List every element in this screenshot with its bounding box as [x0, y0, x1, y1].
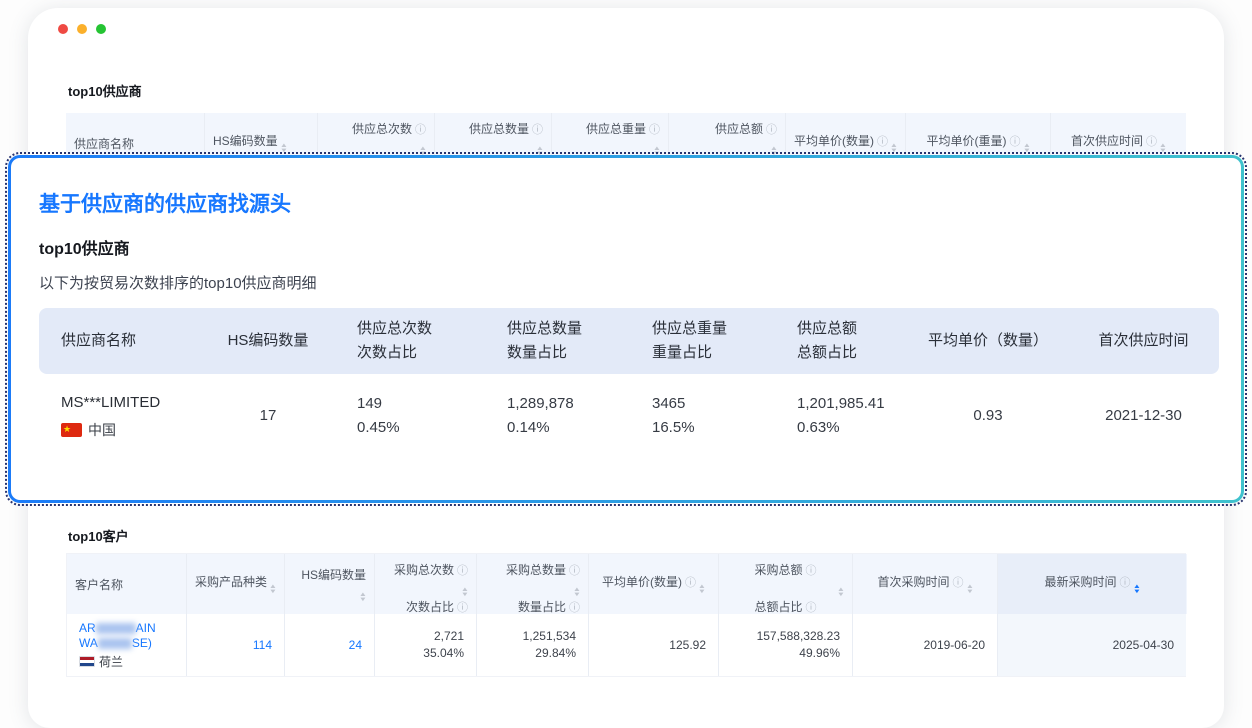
column-header-first-supply-date: 首次供应时间: [1068, 308, 1219, 374]
sort-icon[interactable]: ▲▼: [699, 585, 705, 595]
minimize-window-button[interactable]: [77, 24, 87, 34]
info-icon[interactable]: ⓘ: [877, 136, 888, 148]
latest-purchase-date-cell: 2025-04-30: [998, 614, 1186, 676]
column-header-hs-code-count[interactable]: HS编码数量▲▼: [285, 554, 375, 614]
redacted-text: [96, 623, 136, 634]
supplier-name-cell: MS***LIMITED ★中国: [39, 374, 193, 458]
column-header-purchase-quantity[interactable]: 采购总数量ⓘ ▲▼ 数量占比ⓘ: [477, 554, 589, 614]
customers-header-row: 客户名称 采购产品种类▲▼ HS编码数量▲▼ 采购总次数ⓘ ▲▼ 次数占比ⓘ 采…: [67, 554, 1187, 614]
callout-title: 基于供应商的供应商找源头: [39, 188, 1213, 218]
purchase-amount-cell: 157,588,328.23 49.96%: [719, 614, 853, 676]
product-types-cell: 114: [187, 614, 285, 676]
supply-amount-cell: 1,201,985.41 0.63%: [783, 374, 908, 458]
callout-header-row: 供应商名称 HS编码数量 供应总次数次数占比 供应总数量数量占比 供应总重量重量…: [39, 308, 1219, 374]
supply-weight-cell: 3465 16.5%: [638, 374, 783, 458]
sort-icon[interactable]: ▲▼: [462, 588, 468, 598]
product-types-link[interactable]: 114: [199, 638, 272, 652]
maximize-window-button[interactable]: [96, 24, 106, 34]
column-header-hs-code-count: HS编码数量: [193, 308, 343, 374]
supplier-source-callout: 基于供应商的供应商找源头 top10供应商 以下为按贸易次数排序的top10供应…: [8, 155, 1244, 503]
window-controls: [58, 24, 106, 34]
sort-icon[interactable]: ▲▼: [967, 585, 973, 595]
netherlands-flag-icon: [79, 656, 95, 667]
first-supply-date-cell: 2021-12-30: [1068, 374, 1219, 458]
hs-code-count-cell: 17: [193, 374, 343, 458]
avg-price-qty-cell: 125.92: [589, 614, 719, 676]
callout-section-title: top10供应商: [39, 235, 1213, 259]
sort-icon[interactable]: ▲▼: [1160, 144, 1166, 154]
sort-icon-active[interactable]: ▲▼: [1134, 585, 1140, 595]
sort-icon[interactable]: ▲▼: [838, 588, 844, 598]
info-icon[interactable]: ⓘ: [953, 577, 964, 589]
redacted-text: [98, 638, 132, 649]
column-header-purchase-amount[interactable]: 采购总额ⓘ ▲▼ 总额占比ⓘ: [719, 554, 853, 614]
callout-suppliers-table: 供应商名称 HS编码数量 供应总次数次数占比 供应总数量数量占比 供应总重量重量…: [39, 308, 1219, 458]
info-icon[interactable]: ⓘ: [569, 602, 580, 614]
column-header-product-types[interactable]: 采购产品种类▲▼: [187, 554, 285, 614]
customer-name-cell[interactable]: ARAIN WASE) 荷兰: [67, 614, 187, 676]
info-icon[interactable]: ⓘ: [766, 124, 777, 136]
hs-code-count-cell: 24: [285, 614, 375, 676]
sort-icon[interactable]: ▲▼: [1024, 144, 1030, 154]
info-icon[interactable]: ⓘ: [1146, 136, 1157, 148]
sort-icon[interactable]: ▲▼: [574, 588, 580, 598]
customer-table-row: ARAIN WASE) 荷兰 114 24 2,721 35.04% 1,251…: [67, 614, 1187, 676]
info-icon[interactable]: ⓘ: [569, 565, 580, 577]
column-header-purchase-times[interactable]: 采购总次数ⓘ ▲▼ 次数占比ⓘ: [375, 554, 477, 614]
column-header-latest-purchase-date[interactable]: 最新采购时间ⓘ▲▼: [998, 554, 1186, 614]
supply-quantity-cell: 1,289,878 0.14%: [493, 374, 638, 458]
info-icon[interactable]: ⓘ: [457, 565, 468, 577]
column-header-supply-times: 供应总次数次数占比: [343, 308, 493, 374]
purchase-quantity-cell: 1,251,534 29.84%: [477, 614, 589, 676]
first-purchase-date-cell: 2019-06-20: [853, 614, 998, 676]
top10-suppliers-title: top10供应商: [68, 81, 142, 100]
supply-times-cell: 149 0.45%: [343, 374, 493, 458]
customer-name-link[interactable]: ARAIN: [79, 621, 174, 636]
supplier-table-row: MS***LIMITED ★中国 17 149 0.45% 1,289,878 …: [39, 374, 1219, 458]
info-icon[interactable]: ⓘ: [685, 577, 696, 589]
info-icon[interactable]: ⓘ: [457, 602, 468, 614]
sort-icon[interactable]: ▲▼: [281, 144, 287, 154]
close-window-button[interactable]: [58, 24, 68, 34]
column-header-avg-price-qty: 平均单价（数量）: [908, 308, 1068, 374]
info-icon[interactable]: ⓘ: [1010, 136, 1021, 148]
china-flag-icon: ★: [61, 423, 82, 437]
column-header-avg-price-qty[interactable]: 平均单价(数量)ⓘ▲▼: [589, 554, 719, 614]
top10-customers-table: 客户名称 采购产品种类▲▼ HS编码数量▲▼ 采购总次数ⓘ ▲▼ 次数占比ⓘ 采…: [66, 553, 1186, 677]
avg-price-qty-cell: 0.93: [908, 374, 1068, 458]
column-header-first-purchase-date[interactable]: 首次采购时间ⓘ▲▼: [853, 554, 998, 614]
info-icon[interactable]: ⓘ: [415, 124, 426, 136]
sort-icon[interactable]: ▲▼: [270, 585, 276, 595]
callout-description: 以下为按贸易次数排序的top10供应商明细: [39, 272, 1213, 293]
info-icon[interactable]: ⓘ: [649, 124, 660, 136]
column-header-supplier-name: 供应商名称: [39, 308, 193, 374]
purchase-times-cell: 2,721 35.04%: [375, 614, 477, 676]
info-icon[interactable]: ⓘ: [1120, 577, 1131, 589]
column-header-supply-amount: 供应总额总额占比: [783, 308, 908, 374]
info-icon[interactable]: ⓘ: [532, 124, 543, 136]
info-icon[interactable]: ⓘ: [806, 602, 817, 614]
column-header-supply-quantity: 供应总数量数量占比: [493, 308, 638, 374]
sort-icon[interactable]: ▲▼: [891, 144, 897, 154]
column-header-supply-weight: 供应总重量重量占比: [638, 308, 783, 374]
info-icon[interactable]: ⓘ: [806, 565, 817, 577]
top10-customers-title: top10客户: [68, 526, 129, 545]
column-header-customer-name: 客户名称: [67, 554, 187, 614]
sort-icon[interactable]: ▲▼: [360, 593, 366, 603]
hs-code-count-link[interactable]: 24: [297, 638, 362, 652]
